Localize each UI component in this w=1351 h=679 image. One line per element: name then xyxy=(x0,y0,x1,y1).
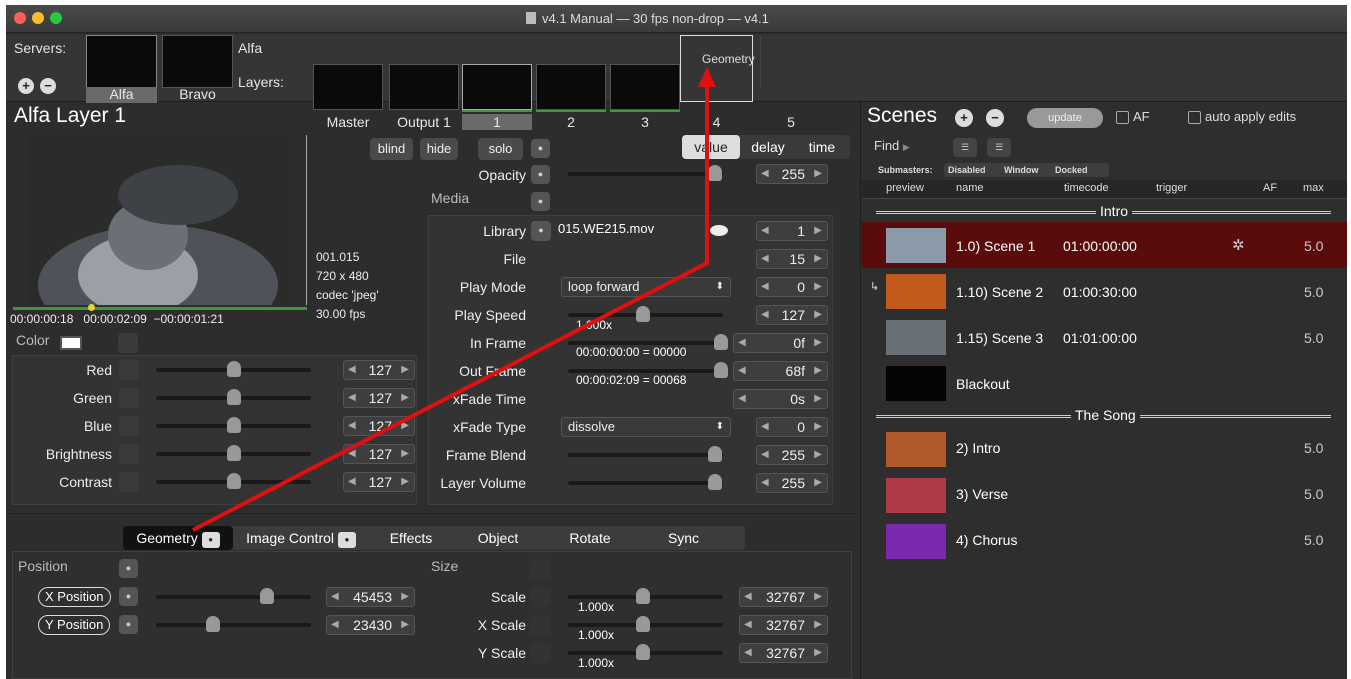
app-window: v4.1 Manual — 30 fps non-drop — v4.1 Ser… xyxy=(6,5,1347,679)
annotation-arrow xyxy=(192,67,716,532)
